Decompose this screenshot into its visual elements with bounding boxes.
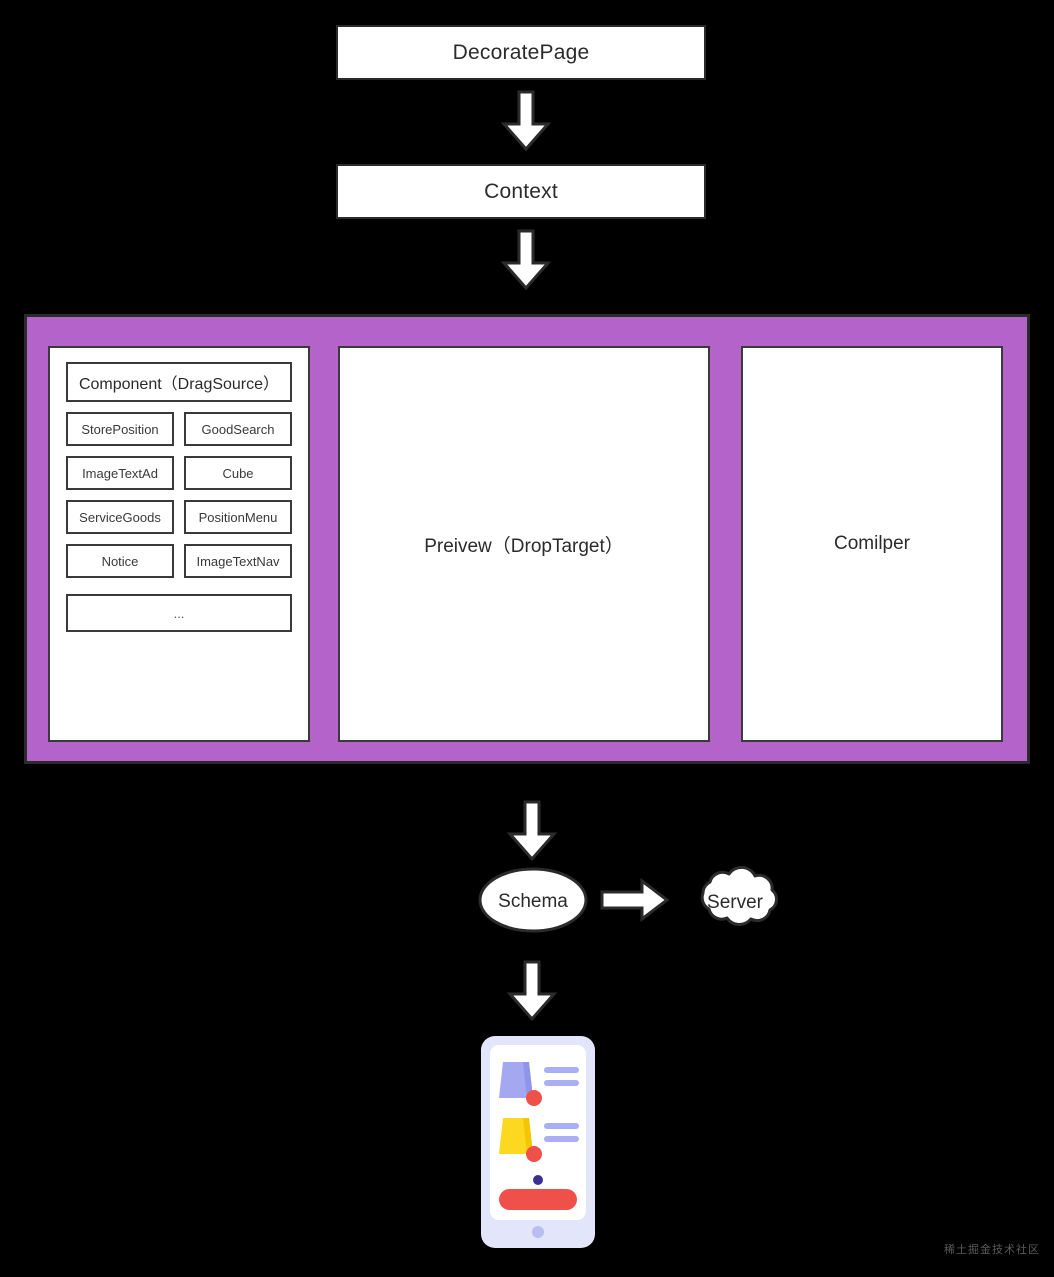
component-list: Component（DragSource） StorePosition Good… bbox=[50, 348, 308, 632]
arrow-down-icon bbox=[506, 960, 558, 1022]
node-decorate-page[interactable]: DecoratePage bbox=[336, 25, 706, 80]
component-chip-storeposition[interactable]: StorePosition bbox=[66, 412, 174, 446]
component-row: StorePosition GoodSearch bbox=[66, 412, 292, 446]
node-schema-label: Schema bbox=[498, 891, 568, 912]
component-more-button[interactable]: ... bbox=[66, 594, 292, 632]
component-chip-goodsearch[interactable]: GoodSearch bbox=[184, 412, 292, 446]
compiler-panel[interactable]: Comilper bbox=[741, 346, 1003, 742]
node-server[interactable]: Server bbox=[684, 862, 786, 940]
node-context-label: Context bbox=[484, 179, 558, 203]
component-chip-imagetextnav[interactable]: ImageTextNav bbox=[184, 544, 292, 578]
diagram-canvas: DecoratePage Context Component（DragSourc… bbox=[0, 0, 1054, 1277]
preview-panel[interactable]: Preivew（DropTarget） bbox=[338, 346, 710, 742]
phone-mockup-icon bbox=[481, 1036, 595, 1248]
component-chip-cube[interactable]: Cube bbox=[184, 456, 292, 490]
component-chip-notice[interactable]: Notice bbox=[66, 544, 174, 578]
arrow-down-icon bbox=[506, 800, 558, 862]
watermark: 稀土掘金技术社区 bbox=[944, 1243, 1040, 1256]
compiler-panel-label: Comilper bbox=[833, 533, 911, 554]
arrow-down-icon bbox=[500, 90, 552, 152]
editor-container: Component（DragSource） StorePosition Good… bbox=[24, 314, 1030, 764]
node-server-label: Server bbox=[707, 892, 764, 913]
arrow-down-icon bbox=[500, 229, 552, 291]
component-chip-imagetextad[interactable]: ImageTextAd bbox=[66, 456, 174, 490]
component-panel: Component（DragSource） StorePosition Good… bbox=[48, 346, 310, 742]
component-chip-servicegoods[interactable]: ServiceGoods bbox=[66, 500, 174, 534]
component-chip-positionmenu[interactable]: PositionMenu bbox=[184, 500, 292, 534]
component-row: Notice ImageTextNav bbox=[66, 544, 292, 578]
arrow-right-icon bbox=[600, 878, 670, 922]
node-context[interactable]: Context bbox=[336, 164, 706, 219]
node-schema[interactable]: Schema bbox=[477, 866, 589, 934]
component-panel-header: Component（DragSource） bbox=[66, 362, 292, 402]
component-row: ImageTextAd Cube bbox=[66, 456, 292, 490]
node-decorate-page-label: DecoratePage bbox=[452, 40, 590, 64]
preview-panel-label: Preivew（DropTarget） bbox=[424, 535, 624, 557]
component-row: ServiceGoods PositionMenu bbox=[66, 500, 292, 534]
